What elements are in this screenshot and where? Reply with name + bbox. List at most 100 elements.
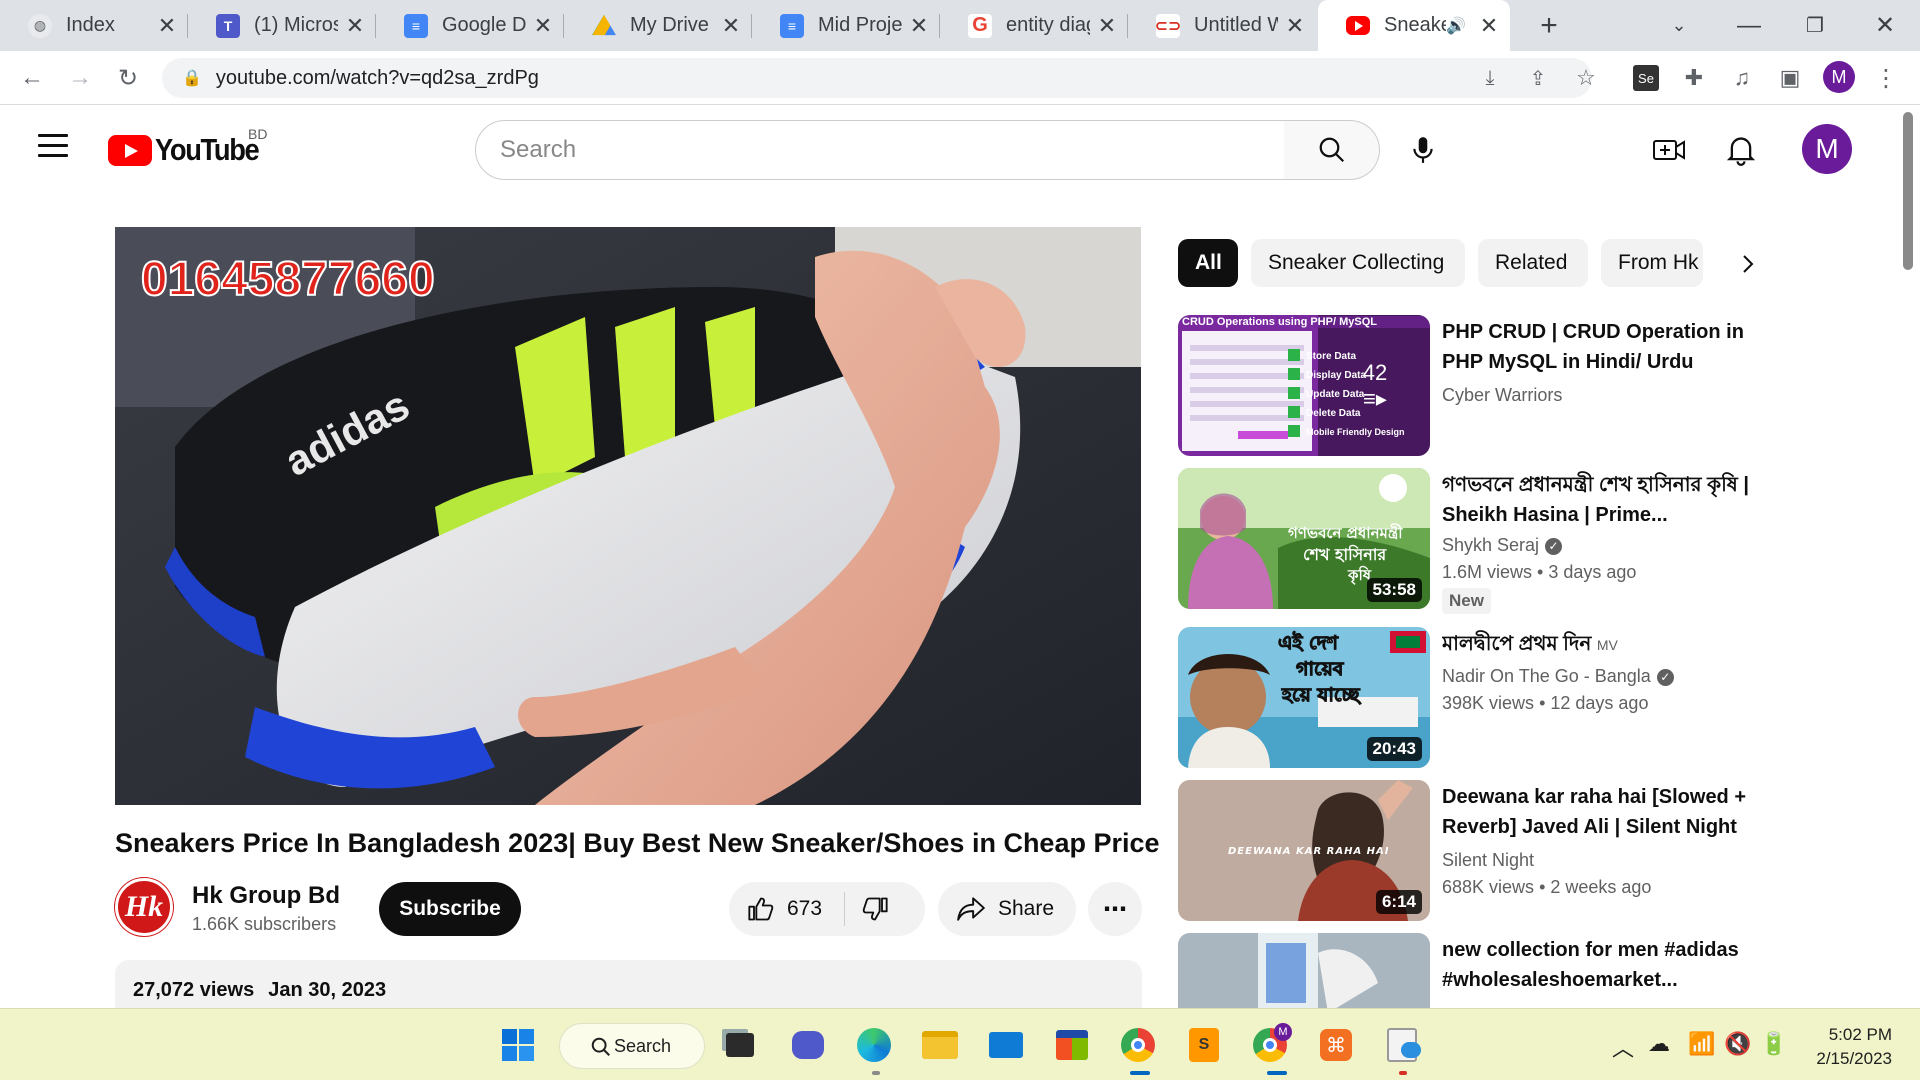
share-page-icon[interactable]: ⇪ (1518, 58, 1558, 98)
create-video-button[interactable] (1644, 125, 1694, 175)
rec-channel[interactable]: Nadir On The Go - Bangla ✓ (1442, 666, 1674, 687)
chrome-profile-avatar[interactable]: M (1823, 61, 1855, 93)
like-button[interactable]: 673 (729, 895, 822, 923)
tab-entity-diagram[interactable]: G entity diagr ✕ (940, 0, 1128, 51)
chrome-menu-icon[interactable]: ⋮ (1866, 58, 1906, 98)
dislike-button[interactable] (845, 895, 889, 923)
search-input[interactable]: Search (475, 120, 1285, 180)
microsoft-store-icon[interactable] (1050, 1023, 1094, 1067)
recommendation-item[interactable]: এই দেশ গায়েব হয়ে যাচ্ছে 20:43 মালদ্বীপ… (1178, 627, 1758, 769)
video-thumbnail[interactable]: Store Data Display Data Update Data Delete … (1178, 315, 1430, 456)
chip-related[interactable]: Related (1478, 239, 1588, 287)
tab-mid-project[interactable]: ≡ Mid Project ✕ (752, 0, 940, 51)
close-tab-icon[interactable]: ✕ (1096, 13, 1118, 39)
battery-icon[interactable]: 🔋 (1760, 1031, 1787, 1057)
bookmark-star-icon[interactable]: ☆ (1566, 58, 1606, 98)
bell-icon (1727, 137, 1755, 166)
close-tab-icon[interactable]: ✕ (156, 13, 178, 39)
close-tab-icon[interactable]: ✕ (908, 13, 930, 39)
tuning-app-icon[interactable] (1380, 1023, 1424, 1067)
mail-icon[interactable] (984, 1023, 1028, 1067)
video-frame-sneaker-image: adidas (115, 227, 1141, 805)
docs-icon: ≡ (780, 13, 804, 38)
chips-next-button[interactable] (1728, 244, 1768, 284)
app-icon[interactable]: ⌘ (1314, 1023, 1358, 1067)
tab-my-drive[interactable]: My Drive - G ✕ (564, 0, 752, 51)
close-tab-icon[interactable]: ✕ (1284, 13, 1306, 39)
voice-search-button[interactable] (1398, 125, 1448, 175)
extensions-icon[interactable]: ✚ (1674, 58, 1714, 98)
video-thumbnail[interactable]: DEEWANA KAR RAHA HAI 6:14 (1178, 780, 1430, 921)
side-panel-icon[interactable]: ▣ (1770, 58, 1810, 98)
recommendation-item[interactable]: DEEWANA KAR RAHA HAI 6:14 Deewana kar ra… (1178, 780, 1758, 922)
close-tab-icon[interactable]: ✕ (344, 13, 366, 39)
chrome-profile-icon[interactable]: M (1248, 1023, 1292, 1067)
rec-channel[interactable]: Shykh Seraj ✓ (1442, 535, 1563, 556)
chip-all[interactable]: All (1178, 239, 1238, 287)
media-control-icon[interactable]: ♫ (1722, 58, 1762, 98)
show-hidden-icons-chevron-icon[interactable]: ︿ (1612, 1031, 1634, 1063)
rec-title[interactable]: মালদ্বীপে প্রথম দিন MV (1442, 629, 1752, 660)
share-button[interactable]: Share (938, 882, 1076, 936)
install-icon[interactable]: ⤓ (1470, 58, 1510, 98)
selenium-extension-icon[interactable]: Se (1626, 58, 1666, 98)
chip-from-channel[interactable]: From Hk (1601, 239, 1703, 287)
close-window-button[interactable]: ✕ (1860, 0, 1910, 51)
restore-button[interactable]: ❐ (1790, 0, 1840, 51)
back-icon[interactable]: ← (12, 58, 52, 98)
search-button[interactable] (1284, 120, 1380, 180)
video-thumbnail[interactable]: এই দেশ গায়েব হয়ে যাচ্ছে 20:43 (1178, 627, 1430, 768)
tab-untitled[interactable]: ⊂⊃ Untitled Wo ✕ (1128, 0, 1316, 51)
edge-icon[interactable] (852, 1023, 896, 1067)
reload-icon[interactable]: ↻ (108, 58, 148, 98)
close-tab-icon[interactable]: ✕ (1478, 13, 1500, 39)
rec-title[interactable]: PHP CRUD | CRUD Operation in PHP MySQL i… (1442, 317, 1752, 377)
rec-title[interactable]: new collection for men #adidas #wholesal… (1442, 935, 1752, 995)
more-actions-button[interactable]: ⋯ (1088, 882, 1142, 936)
minimize-button[interactable]: — (1724, 0, 1774, 51)
page-scrollbar[interactable] (1903, 112, 1913, 270)
chat-icon[interactable] (786, 1023, 830, 1067)
tab-search-icon[interactable]: ⌄ (1654, 0, 1704, 51)
tab-microsoft[interactable]: T (1) Microsof ✕ (188, 0, 376, 51)
channel-name[interactable]: Hk Group Bd (192, 882, 340, 910)
close-tab-icon[interactable]: ✕ (532, 13, 554, 39)
adidas-collection-thumbnail-image (1178, 933, 1430, 1008)
account-avatar[interactable]: M (1802, 124, 1852, 174)
volume-muted-icon[interactable]: 🔇 (1724, 1031, 1751, 1057)
tab-google-docs[interactable]: ≡ Google Doc ✕ (376, 0, 564, 51)
sublime-text-icon[interactable]: S (1182, 1023, 1226, 1067)
close-tab-icon[interactable]: ✕ (720, 13, 742, 39)
rec-title[interactable]: গণভবনে প্রধানমন্ত্রী শেখ হাসিনার কৃষি | … (1442, 470, 1752, 530)
video-thumbnail[interactable]: গণভবনে প্রধানমন্ত্রী শেখ হাসিনার কৃষি 53… (1178, 468, 1430, 609)
forward-icon[interactable]: → (60, 58, 100, 98)
recommendation-item[interactable]: গণভবনে প্রধানমন্ত্রী শেখ হাসিনার কৃষি 53… (1178, 468, 1758, 618)
task-view-icon[interactable] (718, 1023, 762, 1067)
rec-channel[interactable]: Cyber Warriors (1442, 385, 1562, 406)
recommendation-item[interactable]: Store Data Display Data Update Data Delete … (1178, 315, 1758, 457)
menu-hamburger-icon[interactable] (38, 134, 68, 158)
tab-sneakers-active[interactable]: Sneake 🔊 ✕ (1318, 0, 1510, 51)
channel-avatar[interactable]: Hk (115, 878, 173, 936)
tab-index[interactable]: ◍ Index ✕ (0, 0, 188, 51)
address-bar[interactable]: 🔒 youtube.com/watch?v=qd2sa_zrdPg (162, 58, 1592, 98)
start-button[interactable] (496, 1023, 540, 1067)
subscribe-button[interactable]: Subscribe (379, 882, 521, 936)
chrome-icon[interactable] (1116, 1023, 1160, 1067)
wifi-icon[interactable]: 📶 (1688, 1031, 1715, 1057)
rec-title[interactable]: Deewana kar raha hai [Slowed + Reverb] J… (1442, 782, 1752, 844)
video-thumbnail[interactable] (1178, 933, 1430, 1008)
notifications-button[interactable] (1716, 125, 1766, 175)
clock[interactable]: 5:02 PM 2/15/2023 (1808, 1023, 1892, 1071)
new-tab-button[interactable]: + (1524, 0, 1574, 51)
rec-meta: 688K views • 2 weeks ago (1442, 877, 1652, 897)
onedrive-cloud-icon[interactable]: ☁ (1648, 1031, 1670, 1057)
recommendation-item[interactable]: new collection for men #adidas #wholesal… (1178, 933, 1758, 1008)
video-player[interactable]: adidas 01645877660 (115, 227, 1141, 805)
taskbar-search[interactable]: Search (559, 1023, 705, 1069)
rec-channel[interactable]: Silent Night (1442, 850, 1534, 871)
file-explorer-icon[interactable] (918, 1023, 962, 1067)
microphone-icon (1413, 137, 1433, 163)
speaker-icon[interactable]: 🔊 (1446, 16, 1466, 36)
chip-sneaker-collecting[interactable]: Sneaker Collecting (1251, 239, 1465, 287)
